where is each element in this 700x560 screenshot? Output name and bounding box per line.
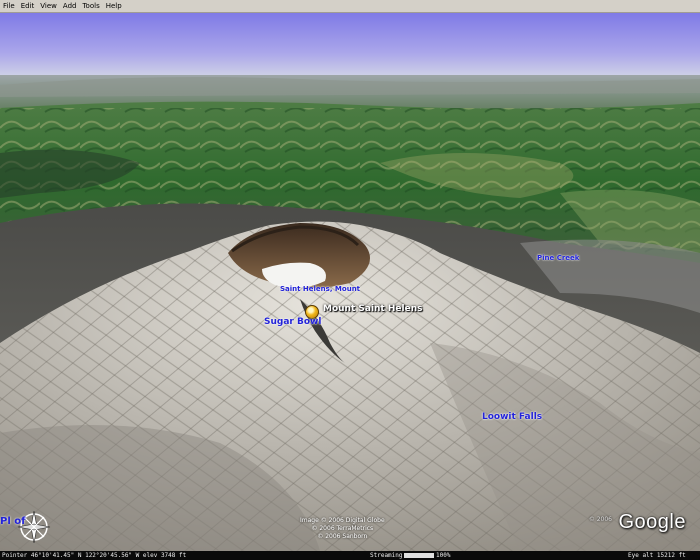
menu-edit[interactable]: Edit (18, 0, 38, 12)
menu-help[interactable]: Help (103, 0, 125, 12)
menu-file[interactable]: File (0, 0, 18, 12)
menu-view[interactable]: View (37, 0, 60, 12)
eye-altitude: Eye alt 15212 ft (628, 552, 686, 559)
google-logo: Google (618, 511, 686, 533)
streaming-percent: 100% (436, 552, 451, 559)
streaming-progress-fill (404, 553, 434, 558)
copyright-line-1: Image © 2006 Digital Globe (300, 517, 385, 524)
status-bar: Pointer 46°10'41.45" N 122°20'45.56" W e… (0, 551, 700, 560)
label-mount-saint-helens[interactable]: Mount Saint Helens (323, 304, 422, 314)
compass-rose-icon[interactable] (4, 507, 60, 547)
copyright-line-2: © 2006 TerraMetrics (311, 525, 374, 532)
terrain-render (0, 13, 700, 551)
copyright-line-3: © 2006 Sanborn (317, 533, 368, 540)
menu-tools[interactable]: Tools (79, 0, 102, 12)
streaming-progress-bar (404, 553, 434, 558)
streaming-label: Streaming (370, 552, 403, 559)
label-sugar-bowl[interactable]: Sugar Bowl (264, 317, 321, 327)
label-loowit-falls[interactable]: Loowit Falls (482, 412, 542, 422)
pointer-coordinates: Pointer 46°10'41.45" N 122°20'45.56" W e… (2, 552, 187, 559)
earth-3d-viewport[interactable]: Saint Helens, Mount Mount Saint Helens S… (0, 13, 700, 551)
menu-add[interactable]: Add (60, 0, 80, 12)
label-right-feature[interactable]: Pine Creek (537, 254, 579, 262)
imagery-copyright: Image © 2006 Digital Globe © 2006 TerraM… (300, 517, 385, 541)
compass-overlay-text: Pl of (0, 516, 26, 527)
label-saint-helens-mount[interactable]: Saint Helens, Mount (280, 285, 360, 293)
menu-bar: File Edit View Add Tools Help (0, 0, 700, 13)
google-copyright-year: © 2006 (588, 516, 612, 523)
